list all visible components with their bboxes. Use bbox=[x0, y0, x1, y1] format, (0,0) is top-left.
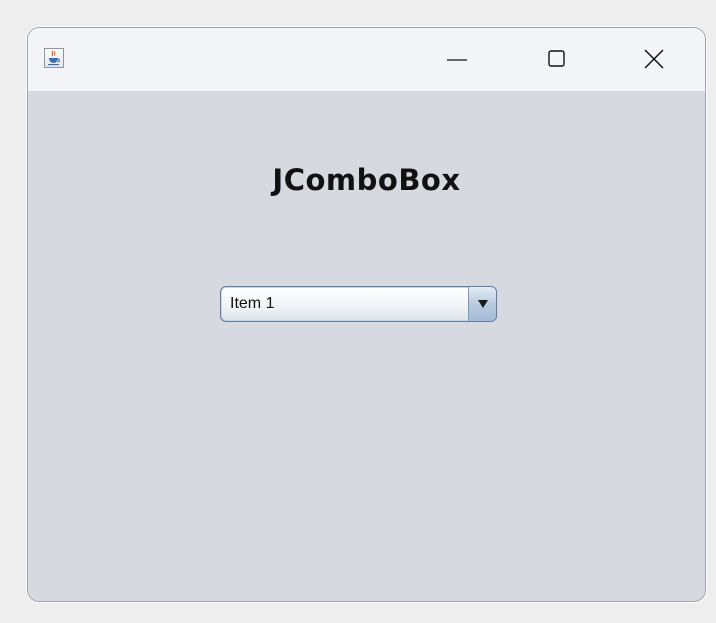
app-window: JComboBox Item 1 bbox=[27, 27, 706, 602]
java-coffee-cup-icon[interactable] bbox=[44, 48, 64, 68]
title-bar[interactable] bbox=[28, 28, 705, 91]
content-pane: JComboBox Item 1 bbox=[28, 91, 705, 601]
combo-box[interactable]: Item 1 bbox=[220, 286, 497, 322]
heading-label: JComboBox bbox=[272, 163, 461, 197]
combo-dropdown-button[interactable] bbox=[468, 287, 496, 321]
minimize-button[interactable] bbox=[434, 42, 480, 76]
maximize-button[interactable] bbox=[534, 42, 580, 76]
close-icon bbox=[644, 49, 664, 69]
combo-selected-value: Item 1 bbox=[230, 295, 275, 312]
triangle-down-icon bbox=[477, 300, 488, 308]
minimize-icon bbox=[447, 59, 467, 61]
close-button[interactable] bbox=[631, 42, 677, 76]
maximize-icon bbox=[548, 50, 565, 67]
